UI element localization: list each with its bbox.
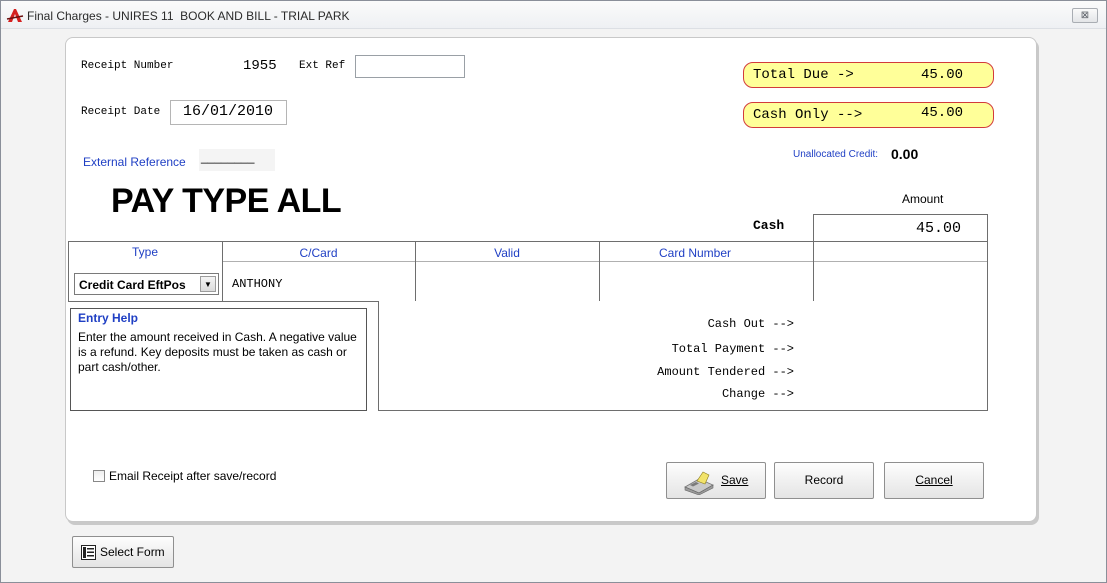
card-table-top-border	[68, 241, 988, 242]
entry-help-box: Entry Help Enter the amount received in …	[70, 308, 367, 411]
select-form-label: Select Form	[100, 545, 165, 559]
ext-ref-input[interactable]	[355, 55, 465, 78]
cash-register-icon	[684, 471, 714, 495]
cash-out-label: Cash Out -->	[707, 317, 794, 331]
column-header-card-number: Card Number	[658, 246, 732, 260]
window-title: Final Charges - UNIRES 11 BOOK AND BILL …	[27, 9, 350, 23]
receipt-date-field[interactable]: 16/01/2010	[170, 100, 287, 125]
receipt-number-value: 1955	[243, 58, 277, 74]
cash-amount-field[interactable]: 45.00	[813, 214, 988, 242]
receipt-date-label: Receipt Date	[81, 106, 161, 118]
ccard-name-field[interactable]: ANTHONY	[232, 277, 282, 291]
total-due-label: Total Due ->	[753, 67, 854, 83]
save-button[interactable]: Save	[666, 462, 766, 499]
column-header-type: Type	[131, 245, 158, 259]
column-header-ccard: C/Card	[299, 246, 338, 260]
card-number-field[interactable]	[600, 262, 813, 301]
title-bar: Final Charges - UNIRES 11 BOOK AND BILL …	[1, 1, 1106, 29]
entry-help-title: Entry Help	[78, 311, 139, 325]
record-button[interactable]: Record	[774, 462, 874, 499]
column-header-valid: Valid	[494, 246, 520, 260]
select-form-button[interactable]: Select Form	[72, 536, 174, 568]
receipt-number-label: Receipt Number	[81, 60, 174, 72]
entry-help-text: Enter the amount received in Cash. A neg…	[78, 330, 357, 374]
cash-label: Cash	[753, 218, 785, 233]
pay-type-dropdown[interactable]: Credit Card EftPos ▼	[74, 273, 219, 295]
total-due-value: 45.00	[921, 67, 964, 83]
cancel-button[interactable]: Cancel	[884, 462, 984, 499]
chevron-down-icon[interactable]: ▼	[200, 276, 216, 292]
ext-ref-label: Ext Ref	[299, 60, 346, 72]
amount-column-header: Amount	[902, 192, 944, 206]
email-receipt-label[interactable]: Email Receipt after save/record	[109, 469, 276, 483]
save-button-label: Save	[721, 473, 749, 487]
external-reference-field[interactable]: ________	[199, 149, 275, 171]
app-logo-icon	[6, 9, 24, 22]
change-label: Change -->	[721, 387, 794, 401]
total-payment-label: Total Payment -->	[671, 342, 794, 356]
cash-only-box: Cash Only --> 45.00	[743, 102, 994, 128]
unallocated-credit-label: Unallocated Credit:	[793, 149, 879, 160]
external-reference-value: ________	[201, 150, 255, 164]
amount-tendered-label: Amount Tendered -->	[657, 365, 794, 379]
cash-only-label: Cash Only -->	[753, 107, 863, 123]
form-list-icon	[81, 545, 96, 560]
close-button[interactable]: ⊠	[1072, 8, 1098, 23]
cash-only-value: 45.00	[921, 105, 964, 121]
total-due-box: Total Due -> 45.00	[743, 62, 994, 88]
external-reference-label: External Reference	[83, 155, 186, 169]
pay-type-selected: Credit Card EftPos	[79, 278, 186, 292]
pay-type-heading: PAY TYPE ALL	[111, 182, 342, 220]
valid-field[interactable]	[416, 262, 599, 301]
email-receipt-checkbox[interactable]	[93, 470, 105, 482]
unallocated-credit-value: 0.00	[891, 146, 919, 162]
